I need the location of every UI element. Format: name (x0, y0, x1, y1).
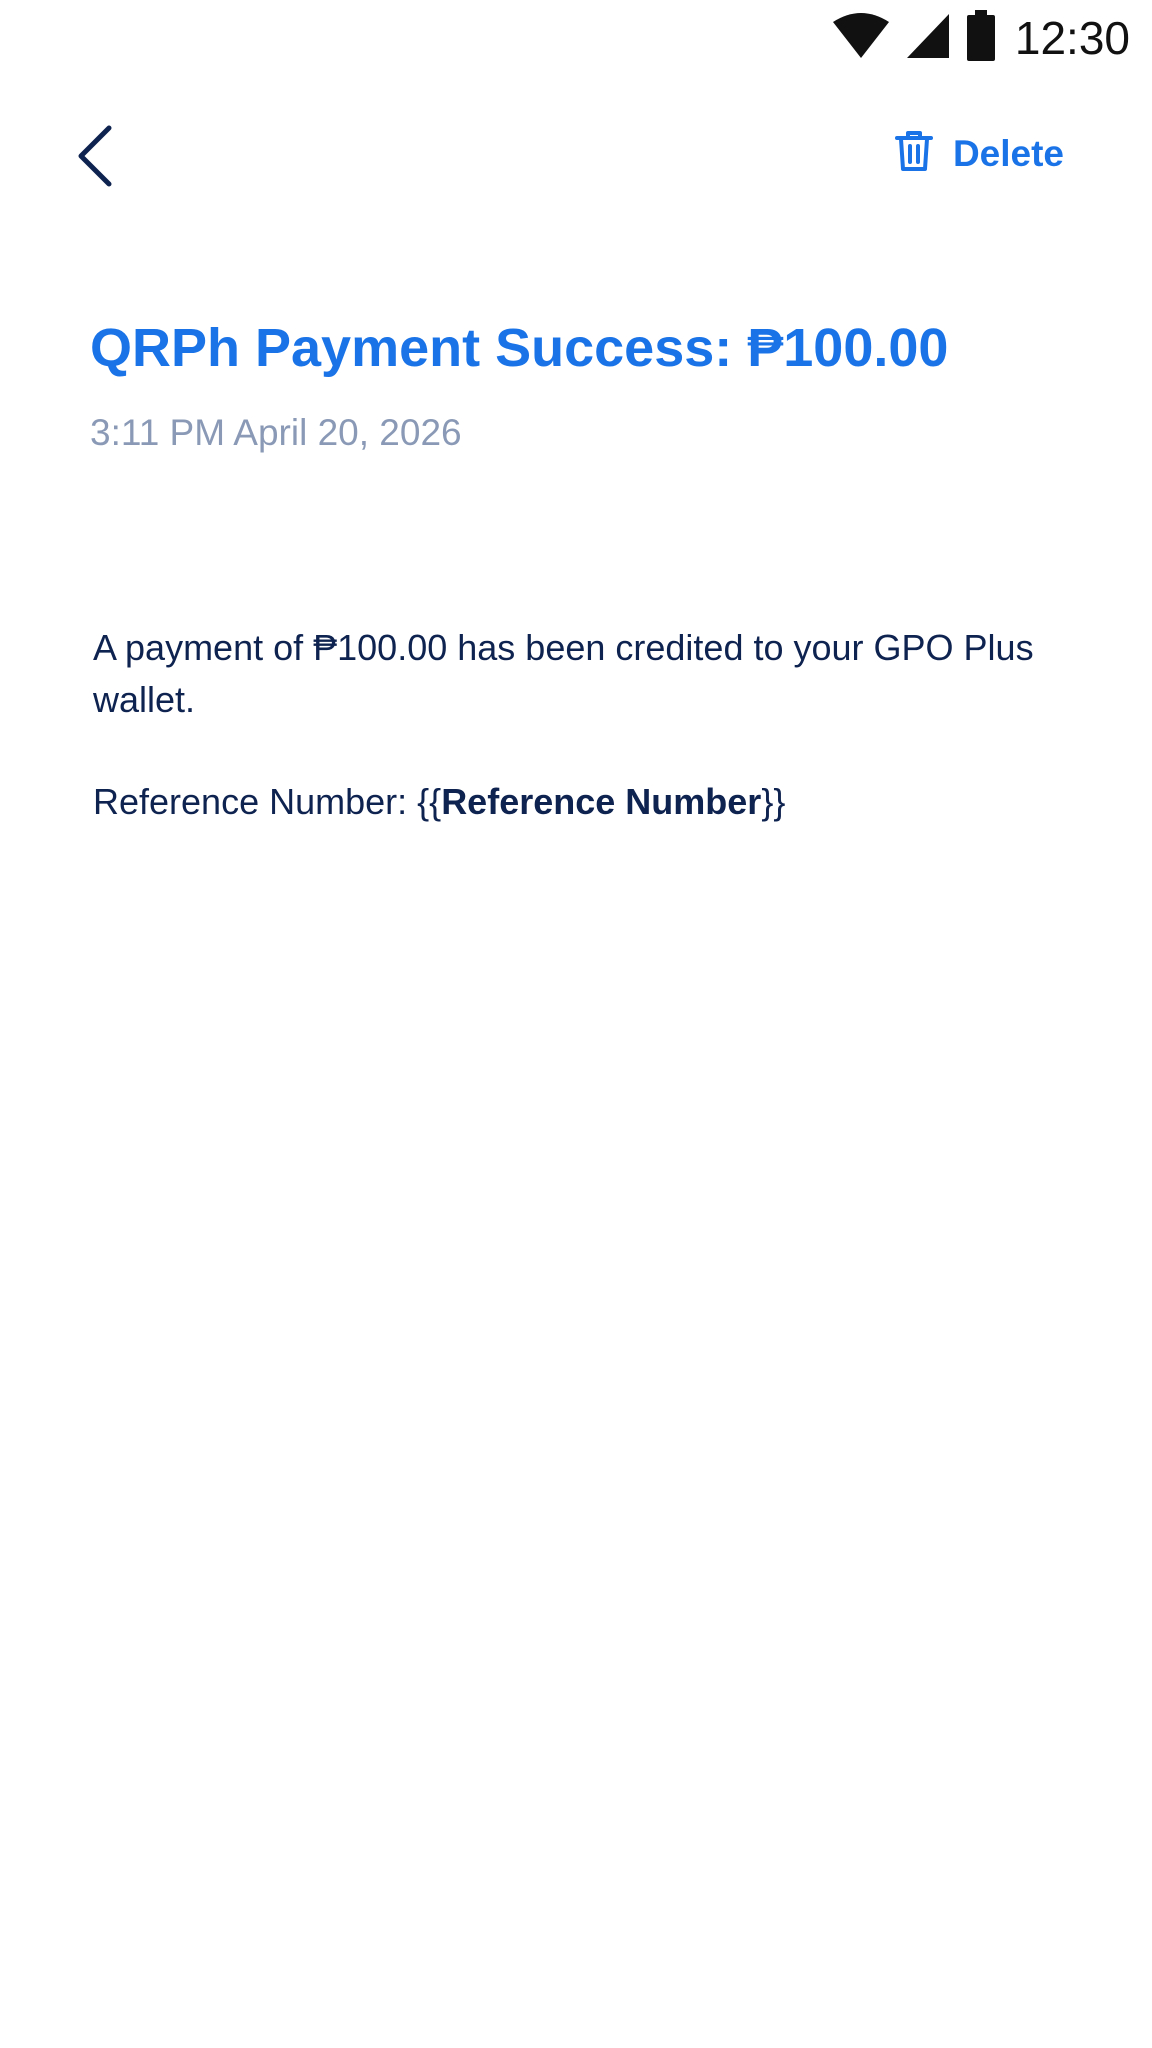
reference-label: Reference Number: (93, 781, 418, 822)
header: Delete (0, 100, 1152, 210)
status-time: 12:30 (1014, 12, 1130, 64)
notification-message: A payment of ₱100.00 has been credited t… (93, 627, 1034, 720)
delete-button[interactable]: Delete (894, 130, 1064, 177)
notification-header: QRPh Payment Success: ₱100.00 3:11 PM Ap… (90, 310, 1080, 458)
delete-label: Delete (952, 132, 1064, 174)
notification-body: A payment of ₱100.00 has been credited t… (93, 622, 1083, 828)
back-button[interactable] (60, 118, 130, 198)
battery-icon (965, 9, 997, 67)
reference-line: Reference Number: {{Reference Number}} (93, 776, 1083, 828)
status-icons: 12:30 (831, 9, 1130, 67)
notification-title: QRPh Payment Success: ₱100.00 (90, 318, 949, 378)
status-bar: 12:30 (0, 0, 1152, 76)
notification-timestamp: 3:11 PM April 20, 2026 (90, 412, 462, 453)
wifi-icon (831, 12, 891, 65)
cellular-signal-icon (905, 12, 951, 65)
reference-open-braces: {{ (417, 781, 442, 822)
trash-icon (894, 130, 933, 177)
reference-close-braces: }} (761, 781, 786, 822)
chevron-left-icon (75, 125, 115, 192)
reference-value: Reference Number (441, 781, 762, 822)
